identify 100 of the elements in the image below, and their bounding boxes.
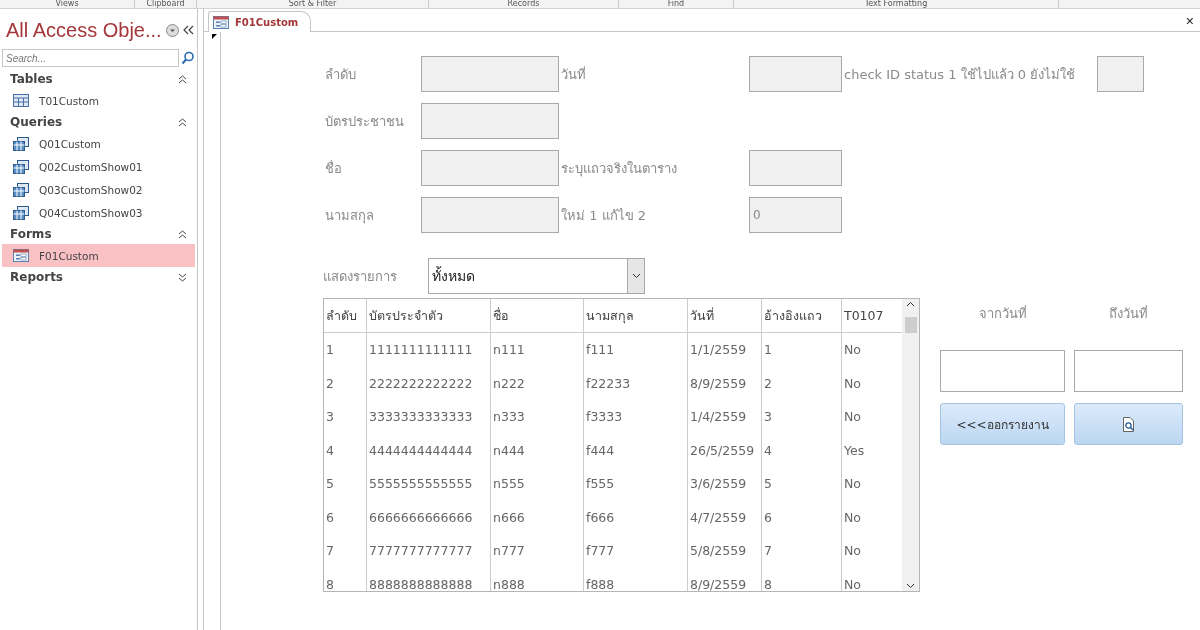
search-field[interactable]: Search... <box>2 49 179 67</box>
table-cell-text: No <box>843 542 862 561</box>
navigation-item[interactable]: Q02CustomShow01 <box>2 155 195 178</box>
field-label: วันที่ <box>560 65 587 84</box>
table-cell: 1/1/2559 <box>688 333 762 367</box>
collapse-icon[interactable] <box>178 117 187 127</box>
column-header: ลำดับ <box>324 299 367 332</box>
column-header: T0107 <box>843 307 885 325</box>
query-icon <box>13 159 29 174</box>
table-cell-text: No <box>843 575 862 591</box>
text-field[interactable] <box>421 56 559 92</box>
table-cell-text: No <box>843 508 862 527</box>
table-cell: 1 <box>324 333 367 367</box>
table-cell: 6666666666666 <box>367 500 491 534</box>
table-cell: 6 <box>324 500 367 534</box>
navigation-item[interactable]: T01Custom <box>2 89 195 112</box>
column-header: บัตรประจำตัว <box>367 299 491 332</box>
ribbon-group-label: Text Formatting <box>734 0 1059 8</box>
table-cell-text: No <box>843 408 862 427</box>
record-selector[interactable] <box>209 32 221 630</box>
item-label: T01Custom <box>39 94 99 107</box>
form-icon <box>213 15 229 29</box>
table-cell: 2 <box>324 366 367 400</box>
table-cell: n111 <box>491 333 584 367</box>
date-field[interactable] <box>1074 350 1183 392</box>
field-label: ใหม่ 1 แก้ไข 2 <box>560 206 647 225</box>
preview-button[interactable] <box>1074 403 1183 445</box>
collapse-icon[interactable] <box>178 229 187 239</box>
ribbon-group-label: Records <box>429 0 619 8</box>
table-cell: n444 <box>491 433 584 467</box>
scroll-thumb[interactable] <box>904 317 917 333</box>
field-label: จากวันที่ <box>977 304 1028 323</box>
field-label: นามสกุล <box>324 206 375 226</box>
field-label: ลำดับ <box>324 65 357 84</box>
column-header: นามสกุล <box>584 299 688 332</box>
document-tab[interactable]: F01Custom <box>208 11 312 32</box>
item-label: Q04CustomShow03 <box>39 206 143 219</box>
table-cell: f3333 <box>584 400 688 434</box>
item-label: Q02CustomShow01 <box>39 160 143 173</box>
ribbon-group-label: Views <box>0 0 135 8</box>
ribbon-group-label: Find <box>619 0 734 8</box>
table-cell: 5 <box>762 467 842 501</box>
scroll-up-icon[interactable] <box>906 301 915 307</box>
navigation-pane-title[interactable]: All Access Obje... <box>6 18 162 42</box>
text-field[interactable] <box>749 56 842 92</box>
filter-dropdown[interactable]: ทั้งหมด <box>428 258 645 294</box>
text-field[interactable] <box>749 150 842 186</box>
table-cell: 6 <box>762 500 842 534</box>
collapse-icon[interactable] <box>178 74 187 84</box>
table-cell: 5555555555555 <box>367 467 491 501</box>
query-icon <box>13 205 29 220</box>
scroll-down-icon[interactable] <box>906 583 915 589</box>
group-header[interactable]: Queries <box>2 112 195 132</box>
expand-icon[interactable] <box>178 272 187 282</box>
table-cell: 1 <box>762 333 842 367</box>
table-cell-text: Yes <box>843 441 866 460</box>
field-label: บัตรประชาชน <box>324 112 405 131</box>
text-field[interactable] <box>421 103 559 139</box>
text-field[interactable] <box>421 197 559 233</box>
group-header[interactable]: Tables <box>2 69 195 89</box>
text-field[interactable] <box>421 150 559 186</box>
table-cell: f666 <box>584 500 688 534</box>
collapse-pane-icon[interactable] <box>182 25 194 35</box>
group-header[interactable]: Forms <box>2 224 195 244</box>
text-field[interactable] <box>1097 56 1144 92</box>
table-cell: 8/9/2559 <box>688 567 762 591</box>
table-cell: 3 <box>324 400 367 434</box>
close-button[interactable]: × <box>1179 13 1200 31</box>
table-cell: 1111111111111 <box>367 333 491 367</box>
query-icon <box>13 182 29 197</box>
search-icon[interactable] <box>181 51 195 65</box>
form-icon <box>13 249 29 262</box>
table-icon <box>13 94 29 107</box>
table-cell: f111 <box>584 333 688 367</box>
table-cell: 26/5/2559 <box>688 433 762 467</box>
corner-icon <box>212 34 217 39</box>
table-cell: 5 <box>324 467 367 501</box>
scrollbar[interactable] <box>902 299 919 591</box>
table-cell: 4444444444444 <box>367 433 491 467</box>
navigation-item[interactable]: Q03CustomShow02 <box>2 178 195 201</box>
field-label: ชื่อ <box>324 159 343 178</box>
table-cell-text: No <box>843 341 862 360</box>
navigation-item[interactable]: Q01Custom <box>2 132 195 155</box>
navigation-item[interactable]: Q04CustomShow03 <box>2 201 195 224</box>
field-label: ถึงวันที่ <box>1108 304 1149 323</box>
table-cell: 4 <box>324 433 367 467</box>
table-cell: 7 <box>762 534 842 568</box>
table-cell: 2222222222222 <box>367 366 491 400</box>
table-cell: 4/7/2559 <box>688 500 762 534</box>
group-header[interactable]: Reports <box>2 267 195 287</box>
report-button[interactable]: <<<ออกรายงาน <box>940 403 1065 445</box>
caret-icon <box>631 273 641 279</box>
navigation-item[interactable]: F01Custom <box>2 244 195 267</box>
table-cell: 5/8/2559 <box>688 534 762 568</box>
field-label: แสดงรายการ <box>323 267 398 286</box>
table-cell: 4 <box>762 433 842 467</box>
column-header: ชื่อ <box>491 299 584 332</box>
date-field[interactable] <box>940 350 1065 392</box>
table-cell-text: No <box>843 374 862 393</box>
field-label: ระบุแถวจริงในตาราง <box>560 159 678 179</box>
